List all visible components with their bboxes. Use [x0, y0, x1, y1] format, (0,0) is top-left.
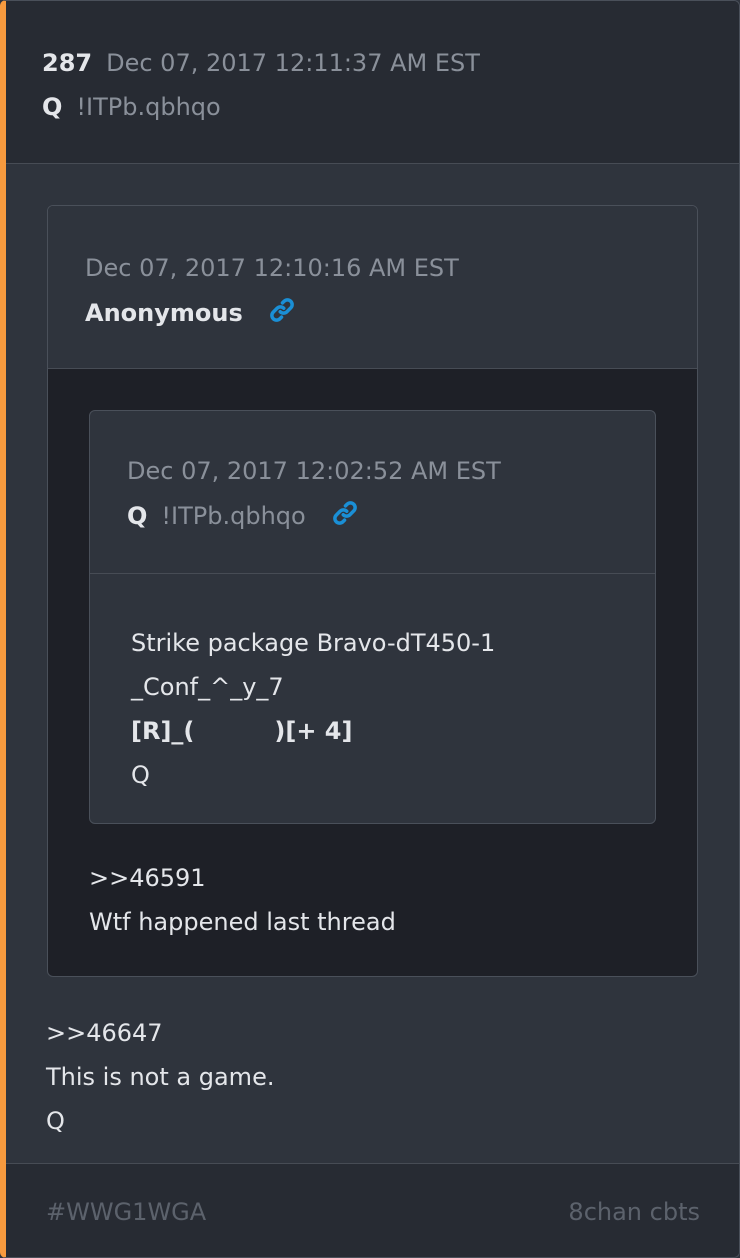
quoted-author-name: Anonymous: [85, 299, 243, 327]
body-bold-text: )[+ 4]: [274, 717, 353, 745]
source-label: 8chan cbts: [568, 1198, 700, 1226]
nested-quote-body: Strike package Bravo-dT450-1 _Conf_^_y_7…: [131, 621, 495, 797]
nested-quote-header: Dec 07, 2017 12:02:52 AM EST Q !ITPb.qbhq…: [90, 411, 655, 574]
nested-author-name: Q: [127, 502, 148, 530]
body-line: Wtf happened last thread: [89, 908, 396, 936]
author-tripcode: !ITPb.qbhqo: [76, 93, 221, 121]
link-icon[interactable]: [331, 499, 359, 535]
body-line: Strike package Bravo-dT450-1: [131, 629, 496, 657]
post-header: 287 Dec 07, 2017 12:11:37 AM EST Q !ITPb.q…: [6, 1, 739, 164]
quoted-post-date: Dec 07, 2017 12:10:16 AM EST: [85, 254, 459, 282]
post-card: 287 Dec 07, 2017 12:11:37 AM EST Q !ITPb.q…: [0, 0, 740, 1258]
body-bold-text: [R]_(: [131, 717, 195, 745]
body-line: Q: [46, 1107, 65, 1135]
hashtag[interactable]: #WWG1WGA: [46, 1196, 206, 1228]
post-author: Q !ITPb.qbhqo: [42, 91, 221, 123]
nested-quoted-post: Dec 07, 2017 12:02:52 AM EST Q !ITPb.qbhq…: [89, 410, 656, 824]
body-line: Q: [131, 761, 150, 789]
post-meta: 287 Dec 07, 2017 12:11:37 AM EST: [42, 47, 480, 79]
reply-link[interactable]: >>46591: [89, 856, 396, 900]
author-name: Q: [42, 93, 63, 121]
nested-quote-author: Q !ITPb.qbhqo: [127, 499, 359, 535]
quoted-post-body: >>46591 Wtf happened last thread: [89, 856, 396, 944]
post-body: >>46647 This is not a game. Q: [46, 1011, 274, 1143]
link-icon[interactable]: [268, 296, 296, 332]
post-footer: #WWG1WGA 8chan cbts: [6, 1163, 739, 1257]
reply-link[interactable]: >>46647: [46, 1011, 274, 1055]
body-line: _Conf_^_y_7: [131, 673, 284, 701]
quoted-post-header: Dec 07, 2017 12:10:16 AM EST Anonymous: [48, 206, 697, 369]
quoted-post: Dec 07, 2017 12:10:16 AM EST Anonymous D…: [47, 205, 698, 977]
post-number[interactable]: 287: [42, 49, 92, 77]
nested-quote-date: Dec 07, 2017 12:02:52 AM EST: [127, 457, 501, 485]
body-line: [R]_( )[+ 4]: [131, 709, 495, 753]
nested-author-tripcode: !ITPb.qbhqo: [161, 502, 306, 530]
quoted-post-author: Anonymous: [85, 296, 296, 332]
body-line: This is not a game.: [46, 1063, 275, 1091]
post-date: Dec 07, 2017 12:11:37 AM EST: [106, 49, 480, 77]
